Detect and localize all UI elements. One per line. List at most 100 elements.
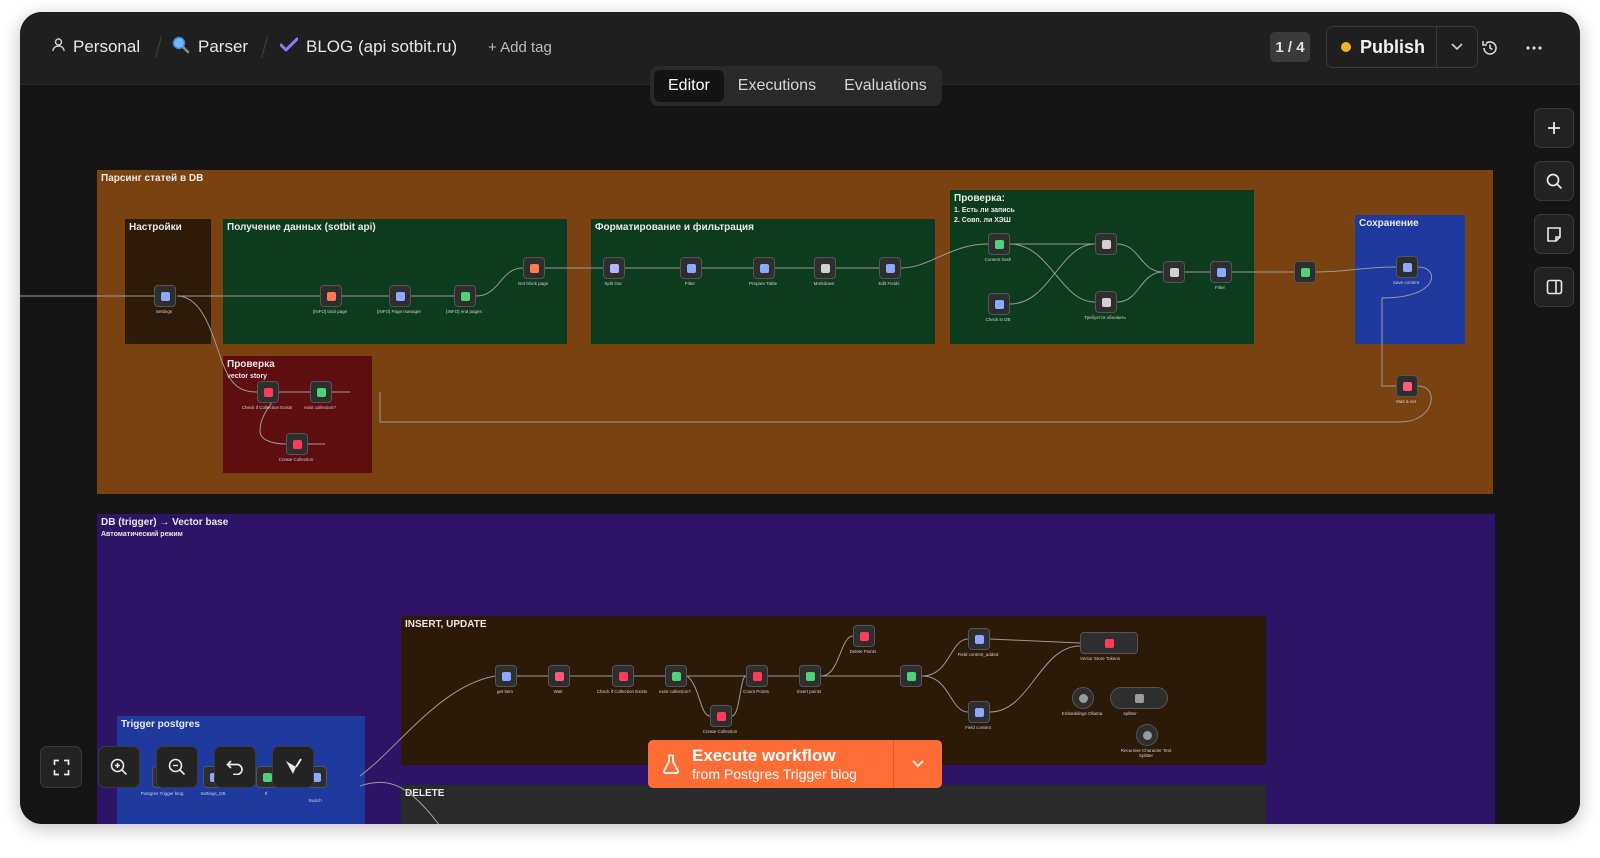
plus-icon bbox=[1548, 122, 1560, 134]
node-vector-store[interactable] bbox=[1080, 632, 1138, 654]
node-splitter[interactable] bbox=[1110, 687, 1168, 709]
node-label: Recursive Character Text Splitter bbox=[1120, 748, 1172, 758]
node-need-update[interactable] bbox=[1095, 291, 1117, 313]
scissors-icon bbox=[1142, 730, 1152, 740]
node-markdown[interactable] bbox=[814, 257, 836, 279]
edit-icon bbox=[160, 291, 170, 301]
node-embeddings[interactable] bbox=[1072, 687, 1094, 709]
node-prepare-table[interactable] bbox=[753, 257, 775, 279]
sticky-note-button[interactable] bbox=[1534, 214, 1574, 254]
edit-icon bbox=[974, 707, 984, 717]
more-options-button[interactable] bbox=[1520, 34, 1548, 62]
node-page-manager[interactable] bbox=[389, 285, 411, 307]
breadcrumb-separator bbox=[155, 36, 162, 58]
node-total-page[interactable] bbox=[320, 285, 342, 307]
edit-icon bbox=[974, 634, 984, 644]
zoom-in-icon bbox=[110, 758, 128, 776]
node-field-content-added[interactable] bbox=[968, 628, 990, 650]
connection-line bbox=[1116, 271, 1164, 303]
node-merge-b[interactable] bbox=[1163, 261, 1185, 283]
execute-sublabel: from Postgres Trigger blog bbox=[692, 765, 857, 782]
node-split-out[interactable] bbox=[603, 257, 625, 279]
key-icon bbox=[994, 239, 1004, 249]
markdown-icon bbox=[820, 263, 830, 273]
node-exist-collection[interactable] bbox=[310, 381, 332, 403]
splitter-icon bbox=[1134, 693, 1144, 703]
publish-label: Publish bbox=[1360, 36, 1426, 57]
toggle-panel-button[interactable] bbox=[1534, 267, 1574, 307]
node-label: Prepare Table bbox=[749, 281, 777, 286]
breadcrumb-folder[interactable]: Parser bbox=[172, 34, 248, 60]
right-toolbar bbox=[1534, 108, 1574, 307]
tab-evaluations[interactable]: Evaluations bbox=[830, 70, 941, 102]
node-label: If bbox=[264, 791, 268, 796]
node-field-content[interactable] bbox=[968, 701, 990, 723]
edit-icon bbox=[759, 263, 769, 273]
edit-icon bbox=[885, 263, 895, 273]
node-wait-2[interactable] bbox=[548, 665, 570, 687]
publish-dropdown-button[interactable] bbox=[1437, 43, 1477, 51]
node-get-item[interactable] bbox=[495, 665, 517, 687]
add-tag-button[interactable]: + Add tag bbox=[488, 34, 552, 60]
fullscreen-icon bbox=[53, 759, 69, 775]
node-settings[interactable] bbox=[154, 285, 176, 307]
database-icon bbox=[1402, 262, 1412, 272]
node-label: [INFO] end pages bbox=[446, 309, 482, 314]
node-get-block[interactable] bbox=[523, 257, 545, 279]
node-filter-2[interactable] bbox=[1210, 261, 1232, 283]
node-wait[interactable] bbox=[1396, 375, 1418, 397]
tab-executions[interactable]: Executions bbox=[724, 70, 830, 102]
split-icon bbox=[609, 263, 619, 273]
switch-icon bbox=[460, 291, 470, 301]
qdrant-icon bbox=[716, 711, 726, 721]
connection-line bbox=[1315, 266, 1397, 273]
filter-icon bbox=[1216, 267, 1226, 277]
node-recursive-splitter[interactable] bbox=[1136, 724, 1158, 746]
node-switch-save[interactable] bbox=[1294, 261, 1316, 283]
node-label: Create Collection bbox=[702, 729, 738, 734]
publish-button[interactable]: Publish bbox=[1327, 27, 1437, 67]
node-check-collection-2[interactable] bbox=[612, 665, 634, 687]
node-check-collection[interactable] bbox=[257, 381, 279, 403]
execute-dropdown-button[interactable] bbox=[894, 740, 942, 788]
zoom-out-button[interactable] bbox=[156, 746, 198, 788]
qdrant-icon bbox=[618, 671, 628, 681]
node-exist-collection-2[interactable] bbox=[665, 665, 687, 687]
zoom-in-button[interactable] bbox=[98, 746, 140, 788]
node-create-collection[interactable] bbox=[286, 433, 308, 455]
node-check-db[interactable] bbox=[988, 293, 1010, 315]
checkmark-icon bbox=[279, 37, 299, 58]
magnifier-emoji-icon bbox=[172, 36, 190, 59]
undo-button[interactable] bbox=[214, 746, 256, 788]
node-merge-a[interactable] bbox=[1095, 233, 1117, 255]
switch-icon bbox=[316, 387, 326, 397]
node-count-points[interactable] bbox=[746, 665, 768, 687]
node-label: splitter bbox=[1123, 711, 1137, 716]
breadcrumb-separator bbox=[261, 36, 268, 58]
breadcrumb-workflow[interactable]: BLOG (api sotbit.ru) bbox=[279, 34, 457, 60]
execute-workflow-icon bbox=[529, 263, 539, 273]
node-save-content[interactable] bbox=[1396, 256, 1418, 278]
node-filter[interactable] bbox=[680, 257, 702, 279]
add-node-button[interactable] bbox=[1534, 108, 1574, 148]
connection-line bbox=[731, 675, 747, 717]
node-edit-fields[interactable] bbox=[879, 257, 901, 279]
node-label: Edit Fields bbox=[878, 281, 900, 286]
database-icon bbox=[994, 299, 1004, 309]
node-delete-points[interactable] bbox=[853, 625, 875, 647]
workflow-canvas[interactable]: Парсинг статей в DB Настройки Получение … bbox=[20, 86, 1580, 824]
node-create-collection-2[interactable] bbox=[710, 705, 732, 727]
node-insert-points[interactable] bbox=[799, 665, 821, 687]
node-label: Get block page bbox=[517, 281, 549, 286]
tidy-up-button[interactable] bbox=[272, 746, 314, 788]
execute-workflow-button[interactable]: Execute workflow from Postgres Trigger b… bbox=[648, 740, 894, 788]
history-button[interactable] bbox=[1476, 34, 1504, 62]
node-end-pages[interactable] bbox=[454, 285, 476, 307]
fit-view-button[interactable] bbox=[40, 746, 82, 788]
breadcrumb-project[interactable]: Personal bbox=[52, 34, 140, 60]
node-switch-fields[interactable] bbox=[900, 665, 922, 687]
search-nodes-button[interactable] bbox=[1534, 161, 1574, 201]
node-content-hash[interactable] bbox=[988, 233, 1010, 255]
node-label: Delete Points bbox=[849, 649, 877, 654]
tab-editor[interactable]: Editor bbox=[654, 70, 724, 102]
